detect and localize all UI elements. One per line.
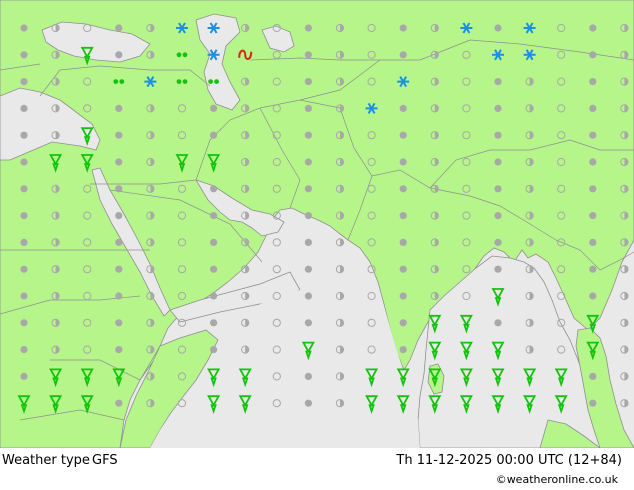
map-canvas: [0, 0, 634, 448]
overcast-dot: [210, 346, 218, 354]
overcast-dot: [20, 372, 28, 380]
overcast-dot: [304, 78, 312, 86]
overcast-dot: [115, 319, 123, 327]
overcast-dot: [20, 319, 28, 327]
overcast-dot: [494, 319, 502, 327]
overcast-dot: [304, 104, 312, 112]
overcast-dot: [589, 185, 597, 193]
overcast-dot: [399, 265, 407, 273]
overcast-dot: [399, 212, 407, 220]
overcast-dot: [494, 238, 502, 246]
overcast-dot: [20, 185, 28, 193]
overcast-dot: [115, 24, 123, 32]
model-name: GFS: [92, 453, 118, 468]
overcast-dot: [20, 346, 28, 354]
overcast-dot: [494, 212, 502, 220]
overcast-dot: [210, 292, 218, 300]
overcast-dot: [589, 399, 597, 407]
overcast-dot: [589, 131, 597, 139]
overcast-dot: [399, 292, 407, 300]
overcast-dot: [589, 265, 597, 273]
overcast-dot: [304, 372, 312, 380]
overcast-dot: [589, 292, 597, 300]
overcast-dot: [115, 212, 123, 220]
overcast-dot: [399, 346, 407, 354]
overcast-dot: [304, 319, 312, 327]
overcast-dot: [304, 399, 312, 407]
overcast-dot: [399, 158, 407, 166]
overcast-dot: [210, 185, 218, 193]
overcast-dot: [20, 104, 28, 112]
overcast-dot: [115, 238, 123, 246]
overcast-dot: [210, 212, 218, 220]
overcast-dot: [304, 24, 312, 32]
footer-bar: Weather type GFS Th 11-12-2025 00:00 UTC…: [0, 448, 634, 490]
overcast-dot: [589, 104, 597, 112]
overcast-dot: [494, 24, 502, 32]
overcast-dot: [304, 265, 312, 273]
overcast-dot: [589, 78, 597, 86]
overcast-dot: [20, 131, 28, 139]
overcast-dot: [115, 265, 123, 273]
overcast-dot: [494, 104, 502, 112]
map-title: Weather type: [2, 453, 90, 468]
overcast-dot: [589, 372, 597, 380]
overcast-dot: [304, 212, 312, 220]
overcast-dot: [494, 265, 502, 273]
overcast-dot: [210, 104, 218, 112]
weather-map: [0, 0, 634, 448]
overcast-dot: [115, 346, 123, 354]
overcast-dot: [210, 238, 218, 246]
overcast-dot: [589, 238, 597, 246]
overcast-dot: [589, 158, 597, 166]
overcast-dot: [20, 292, 28, 300]
overcast-dot: [304, 131, 312, 139]
overcast-dot: [399, 319, 407, 327]
overcast-dot: [589, 51, 597, 59]
overcast-dot: [399, 51, 407, 59]
overcast-dot: [115, 185, 123, 193]
copyright-link[interactable]: ©weatheronline.co.uk: [496, 473, 618, 486]
overcast-dot: [399, 238, 407, 246]
valid-time: Th 11-12-2025 00:00 UTC (12+84): [396, 453, 622, 468]
overcast-dot: [210, 265, 218, 273]
overcast-dot: [20, 238, 28, 246]
overcast-dot: [589, 24, 597, 32]
overcast-dot: [399, 131, 407, 139]
overcast-dot: [494, 131, 502, 139]
overcast-dot: [20, 265, 28, 273]
overcast-dot: [304, 185, 312, 193]
overcast-dot: [494, 78, 502, 86]
overcast-dot: [304, 292, 312, 300]
overcast-dot: [115, 104, 123, 112]
overcast-dot: [589, 212, 597, 220]
overcast-dot: [399, 104, 407, 112]
overcast-dot: [304, 158, 312, 166]
overcast-dot: [115, 399, 123, 407]
overcast-dot: [20, 51, 28, 59]
overcast-dot: [20, 78, 28, 86]
overcast-dot: [20, 24, 28, 32]
overcast-dot: [304, 51, 312, 59]
overcast-dot: [115, 158, 123, 166]
overcast-dot: [399, 185, 407, 193]
overcast-dot: [115, 292, 123, 300]
overcast-dot: [494, 185, 502, 193]
overcast-dot: [20, 158, 28, 166]
overcast-dot: [210, 131, 218, 139]
overcast-dot: [494, 158, 502, 166]
overcast-dot: [115, 51, 123, 59]
overcast-dot: [115, 131, 123, 139]
overcast-dot: [304, 238, 312, 246]
overcast-dot: [20, 212, 28, 220]
overcast-dot: [399, 24, 407, 32]
overcast-dot: [210, 319, 218, 327]
